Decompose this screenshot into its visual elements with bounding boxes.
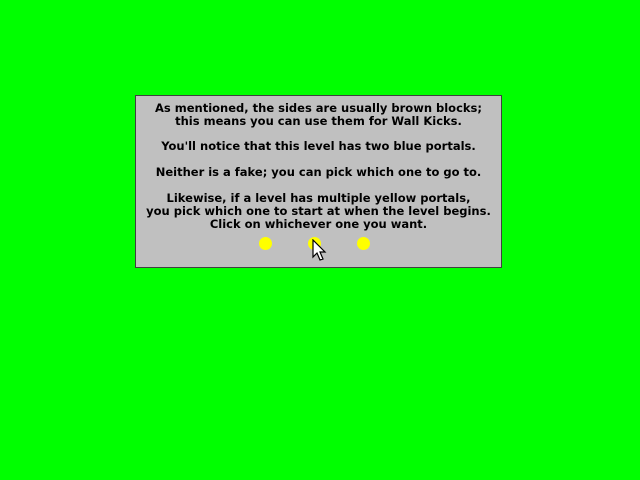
tutorial-paragraph-wall-kicks: As mentioned, the sides are usually brow… — [136, 102, 501, 128]
text-line: this means you can use them for Wall Kic… — [175, 114, 462, 128]
tutorial-paragraph-blue-portals: You'll notice that this level has two bl… — [136, 140, 501, 153]
tutorial-dialog: As mentioned, the sides are usually brow… — [135, 95, 502, 268]
yellow-portal-icon[interactable] — [308, 237, 321, 250]
yellow-portal-icon[interactable] — [357, 237, 370, 250]
game-screen: As mentioned, the sides are usually brow… — [0, 0, 640, 480]
tutorial-paragraph-no-fake: Neither is a fake; you can pick which on… — [136, 166, 501, 179]
text-line: Neither is a fake; you can pick which on… — [155, 165, 482, 179]
tutorial-paragraph-yellow-portals: Likewise, if a level has multiple yellow… — [136, 192, 501, 231]
text-line: You'll notice that this level has two bl… — [161, 139, 476, 153]
yellow-portal-icon[interactable] — [259, 237, 272, 250]
text-line: Click on whichever one you want. — [209, 217, 428, 231]
